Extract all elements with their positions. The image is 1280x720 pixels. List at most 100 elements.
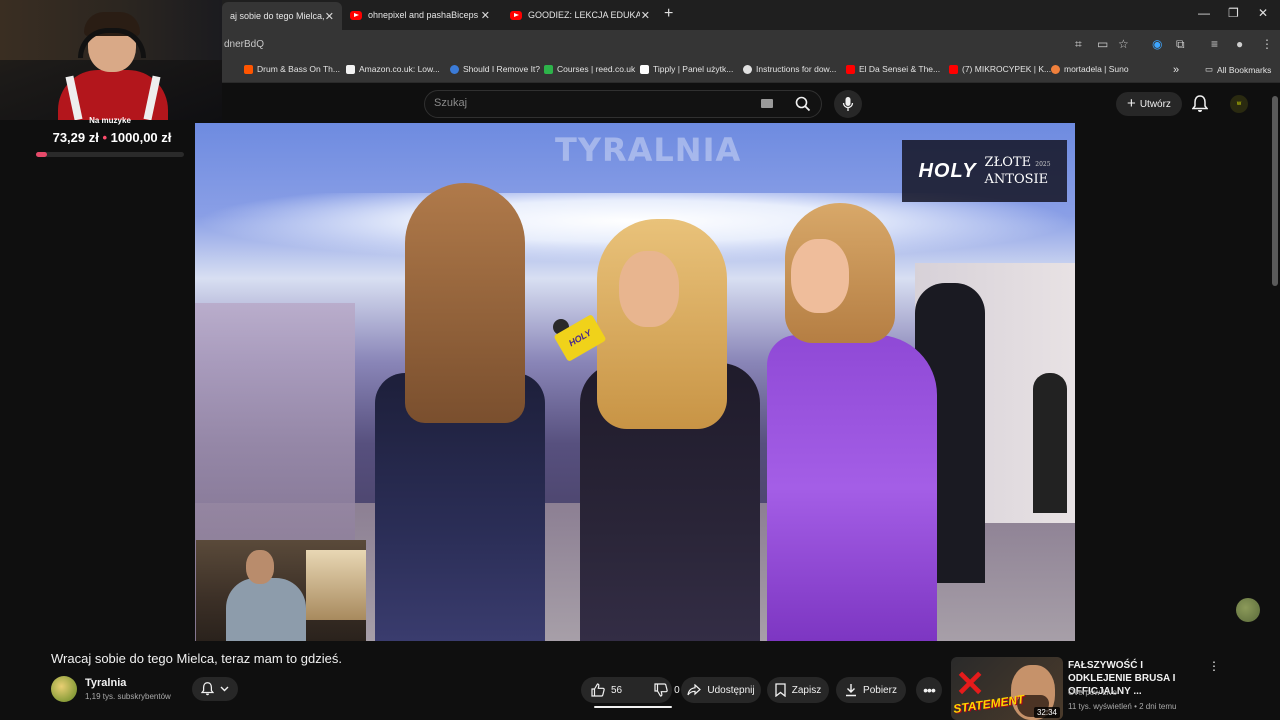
recommended-video-menu-icon[interactable]: ⋮: [1208, 659, 1220, 673]
bookmark-item[interactable]: mortadela | Suno: [1051, 64, 1129, 74]
channel-name[interactable]: Tyralnia: [85, 677, 126, 689]
floating-avatar[interactable]: [1236, 598, 1260, 622]
bookmark-item[interactable]: Instructions for dow...: [743, 64, 836, 74]
donation-progress-fill: [36, 152, 47, 157]
translate-icon[interactable]: ⌗: [1075, 37, 1082, 52]
create-button[interactable]: + Utwórz: [1116, 92, 1182, 116]
tab-close-icon[interactable]: ✕: [325, 10, 334, 23]
new-tab-button[interactable]: +: [664, 5, 673, 23]
browser-menu-icon[interactable]: ⋮: [1261, 37, 1273, 51]
bookmark-item[interactable]: El Da Sensei & The...: [846, 64, 940, 74]
tab-title: aj sobie do tego Mielca, te: [230, 11, 326, 21]
globe-icon: [450, 64, 459, 74]
youtube-favicon-icon: [510, 10, 522, 20]
bookmark-label: Drum & Bass On Th...: [257, 64, 340, 74]
bookmark-label: Instructions for dow...: [756, 64, 837, 74]
donation-amounts: 73,29 zł • 1000,00 zł: [22, 130, 202, 145]
bookmark-label: Tipply | Panel użytk...: [653, 64, 734, 74]
badge-line2: ANTOSIE: [984, 172, 1049, 187]
tipply-icon: [640, 64, 649, 74]
bookmark-label: Should I Remove It?: [463, 64, 541, 74]
reed-icon: [544, 64, 553, 74]
suno-icon: [1051, 64, 1060, 74]
like-button[interactable]: 56: [581, 677, 632, 703]
browser-tab[interactable]: ohnepixel and pashaBiceps fun ✕: [342, 4, 498, 26]
plus-icon: +: [1127, 95, 1136, 112]
channel-watermark: TYRALNIA: [555, 131, 742, 169]
streamer-webcam: [0, 0, 222, 120]
more-actions-button[interactable]: •••: [916, 677, 942, 703]
bookmark-label: Amazon.co.uk: Low...: [359, 64, 440, 74]
donation-current: 73,29 zł: [52, 130, 99, 145]
recommended-video-channel[interactable]: Overpow Live: [1068, 688, 1117, 697]
amazon-icon: [346, 64, 355, 74]
download-button[interactable]: Pobierz: [836, 677, 906, 703]
youtube-icon: [949, 64, 958, 74]
tab-close-icon[interactable]: ✕: [481, 9, 490, 22]
soundcloud-icon: [244, 64, 253, 74]
bookmark-item[interactable]: Courses | reed.co.uk: [544, 64, 635, 74]
bookmark-item[interactable]: Should I Remove It?: [450, 64, 540, 74]
bookmark-star-icon[interactable]: ☆: [1118, 37, 1129, 51]
bookmark-item[interactable]: Amazon.co.uk: Low...: [346, 64, 440, 74]
share-button[interactable]: Udostępnij: [681, 677, 761, 703]
recommended-video-meta: 11 tys. wyświetleń • 2 dni temu: [1068, 702, 1177, 711]
account-avatar[interactable]: w: [1230, 95, 1248, 113]
event-badge: HOLY ZŁOTE 2025 ANTOSIE: [902, 140, 1067, 202]
channel-avatar[interactable]: [51, 676, 77, 702]
globe-icon: [743, 64, 752, 74]
share-icon: [687, 684, 702, 696]
bookmark-icon: [775, 683, 786, 697]
browser-tab-active[interactable]: aj sobie do tego Mielca, te ✕: [222, 2, 342, 30]
bookmark-item[interactable]: Tipply | Panel użytk...: [640, 64, 733, 74]
minimize-button[interactable]: —: [1198, 6, 1210, 20]
extensions-puzzle-icon[interactable]: ⧉: [1176, 37, 1185, 52]
download-label: Pobierz: [863, 684, 897, 696]
search-button[interactable]: [784, 90, 822, 118]
holy-logo: HOLY: [918, 159, 977, 182]
reactor-pip-webcam: [196, 540, 366, 641]
bookmarks-overflow-button[interactable]: »: [1173, 64, 1179, 76]
bookmark-label: mortadela | Suno: [1064, 64, 1129, 74]
media-control-icon[interactable]: ≡: [1211, 37, 1218, 51]
search-icon: [795, 96, 811, 112]
extension-icon[interactable]: ◉: [1152, 37, 1162, 51]
badge-line1: ZŁOTE 2025: [984, 155, 1051, 170]
save-label: Zapisz: [791, 684, 822, 696]
notifications-button[interactable]: [1191, 95, 1209, 118]
keyboard-icon[interactable]: [761, 99, 773, 108]
search-placeholder: Szukaj: [434, 97, 468, 109]
scrollbar-thumb[interactable]: [1272, 96, 1278, 286]
cast-icon[interactable]: ▭: [1097, 37, 1108, 51]
bookmark-label: El Da Sensei & The...: [859, 64, 941, 74]
bookmark-label: (7) MIKROCYPEK | K...: [962, 64, 1052, 74]
bookmark-item[interactable]: (7) MIKROCYPEK | K...: [949, 64, 1051, 74]
bell-icon: [1191, 95, 1209, 112]
donation-goal-title: Na muzyke: [89, 116, 131, 125]
youtube-icon: [846, 64, 855, 74]
maximize-button[interactable]: ❐: [1228, 6, 1239, 20]
tab-title: GOODIEZ: LEKCJA EDUKACJI SE: [528, 10, 640, 20]
tab-close-icon[interactable]: ✕: [641, 9, 650, 22]
voice-search-button[interactable]: [834, 90, 862, 118]
browser-tab[interactable]: GOODIEZ: LEKCJA EDUKACJI SE ✕: [502, 4, 658, 26]
donation-separator: •: [102, 130, 108, 145]
subscribed-button[interactable]: [192, 677, 238, 701]
recommended-video-thumbnail[interactable]: ✕ STATEMENT 32:34: [951, 657, 1063, 720]
bookmark-item[interactable]: Drum & Bass On Th...: [244, 64, 340, 74]
video-title: Wracaj sobie do tego Mielca, teraz mam t…: [51, 651, 342, 666]
dislike-count: 0: [674, 684, 680, 696]
microphone-icon: [842, 97, 854, 111]
all-bookmarks-label: All Bookmarks: [1217, 64, 1272, 75]
donation-goal: 1000,00 zł: [110, 130, 172, 145]
save-button[interactable]: Zapisz: [767, 677, 829, 703]
folder-icon: ▭: [1205, 64, 1214, 74]
all-bookmarks-button[interactable]: ▭ All Bookmarks: [1205, 64, 1271, 75]
profile-icon[interactable]: ●: [1236, 37, 1243, 51]
url-field[interactable]: dnerBdQ: [224, 39, 264, 50]
close-window-button[interactable]: ✕: [1258, 6, 1268, 20]
download-icon: [846, 684, 857, 697]
donation-progress-track: [36, 152, 184, 157]
channel-subscribers: 1,19 tys. subskrybentów: [85, 692, 171, 701]
chevron-down-icon: [220, 686, 229, 692]
